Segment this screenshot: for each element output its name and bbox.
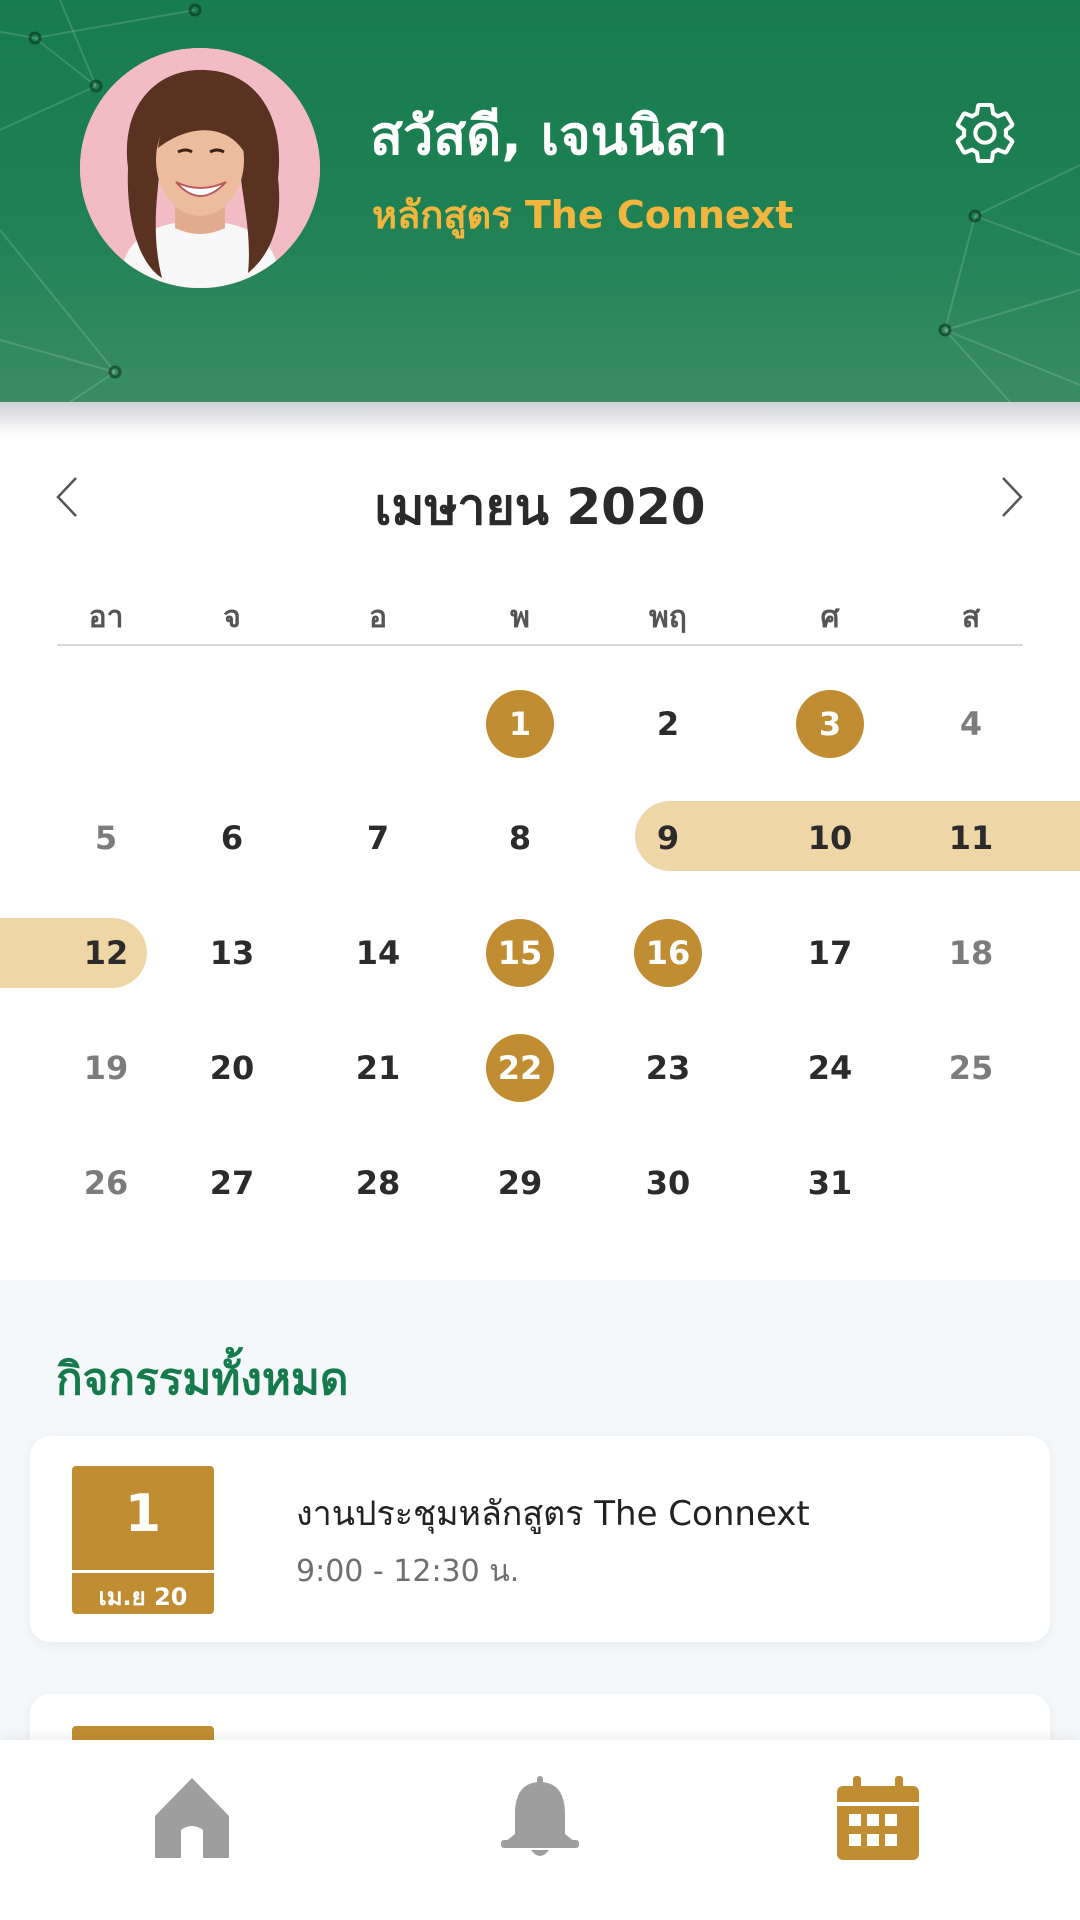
calendar-day[interactable]: 12 xyxy=(72,919,140,987)
calendar-day[interactable]: 21 xyxy=(344,1034,412,1102)
settings-button[interactable] xyxy=(950,98,1020,168)
calendar-day[interactable]: 23 xyxy=(634,1034,702,1102)
calendar-day[interactable]: 14 xyxy=(344,919,412,987)
calendar-day[interactable]: 27 xyxy=(198,1149,266,1217)
gear-icon xyxy=(955,102,1015,164)
weekday-divider xyxy=(57,644,1023,646)
weekday-label: อา xyxy=(88,600,124,635)
calendar-day[interactable]: 24 xyxy=(796,1034,864,1102)
calendar-day[interactable]: 30 xyxy=(634,1149,702,1217)
calendar-day[interactable]: 10 xyxy=(796,804,864,872)
nav-calendar-button[interactable] xyxy=(833,1772,923,1862)
badge-month: เม.ย 20 xyxy=(98,1583,188,1611)
bottom-navigation xyxy=(0,1740,1080,1920)
month-navigation: เมษายน 2020 xyxy=(0,462,1080,536)
calendar-day[interactable]: 17 xyxy=(796,919,864,987)
badge-divider xyxy=(72,1570,214,1573)
calendar-day[interactable]: 3 xyxy=(796,690,864,758)
calendar-day[interactable]: 6 xyxy=(198,804,266,872)
calendar-day[interactable]: 29 xyxy=(486,1149,554,1217)
nav-notifications-button[interactable] xyxy=(495,1772,585,1862)
greeting-text: สวัสดี, เจนนิสา xyxy=(370,104,728,167)
activity-title: งานประชุมหลักสูตร The Connext xyxy=(296,1494,810,1534)
weekday-label: อ xyxy=(368,600,388,635)
chevron-right-icon xyxy=(1002,477,1023,517)
weekday-label: พฤ xyxy=(649,600,687,635)
weekday-label: จ xyxy=(223,600,241,635)
calendar-day[interactable]: 18 xyxy=(937,919,1005,987)
header-shadow xyxy=(0,402,1080,436)
calendar-day[interactable]: 22 xyxy=(486,1034,554,1102)
next-month-button[interactable] xyxy=(985,472,1035,522)
calendar-day[interactable]: 2 xyxy=(634,690,702,758)
calendar-day[interactable]: 1 xyxy=(486,690,554,758)
avatar-photo xyxy=(80,48,320,288)
course-name: หลักสูตร The Connext xyxy=(372,193,794,237)
calendar-day[interactable]: 31 xyxy=(796,1149,864,1217)
calendar-day[interactable]: 28 xyxy=(344,1149,412,1217)
calendar-day[interactable]: 13 xyxy=(198,919,266,987)
calendar-day[interactable]: 20 xyxy=(198,1034,266,1102)
calendar-day[interactable]: 15 xyxy=(486,919,554,987)
home-icon xyxy=(155,1778,229,1858)
calendar-day[interactable]: 4 xyxy=(937,690,1005,758)
calendar-day[interactable]: 25 xyxy=(937,1034,1005,1102)
nav-home-button[interactable] xyxy=(147,1772,237,1862)
activity-card[interactable]: 1 เม.ย 20 งานประชุมหลักสูตร The Connext … xyxy=(30,1436,1050,1642)
bell-icon xyxy=(501,1776,579,1856)
activity-time: 9:00 - 12:30 น. xyxy=(296,1554,520,1589)
weekday-label: พ xyxy=(510,600,530,635)
profile-header: สวัสดี, เจนนิสา หลักสูตร The Connext xyxy=(0,0,1080,402)
weekday-label: ส xyxy=(961,600,981,635)
calendar-day[interactable]: 26 xyxy=(72,1149,140,1217)
date-badge: 1 เม.ย 20 xyxy=(72,1466,214,1614)
avatar[interactable] xyxy=(80,48,320,288)
calendar-day[interactable]: 19 xyxy=(72,1034,140,1102)
activities-title: กิจกรรมทั้งหมด xyxy=(56,1354,349,1405)
calendar-day[interactable]: 16 xyxy=(634,919,702,987)
weekday-label: ศ xyxy=(820,600,840,635)
calendar-icon xyxy=(837,1776,919,1860)
calendar-day[interactable]: 11 xyxy=(937,804,1005,872)
badge-day: 1 xyxy=(124,1484,162,1544)
calendar-day[interactable]: 7 xyxy=(344,804,412,872)
calendar-day[interactable]: 5 xyxy=(72,804,140,872)
calendar-day[interactable]: 8 xyxy=(486,804,554,872)
calendar-day[interactable]: 9 xyxy=(634,804,702,872)
month-title: เมษายน 2020 xyxy=(374,478,706,536)
